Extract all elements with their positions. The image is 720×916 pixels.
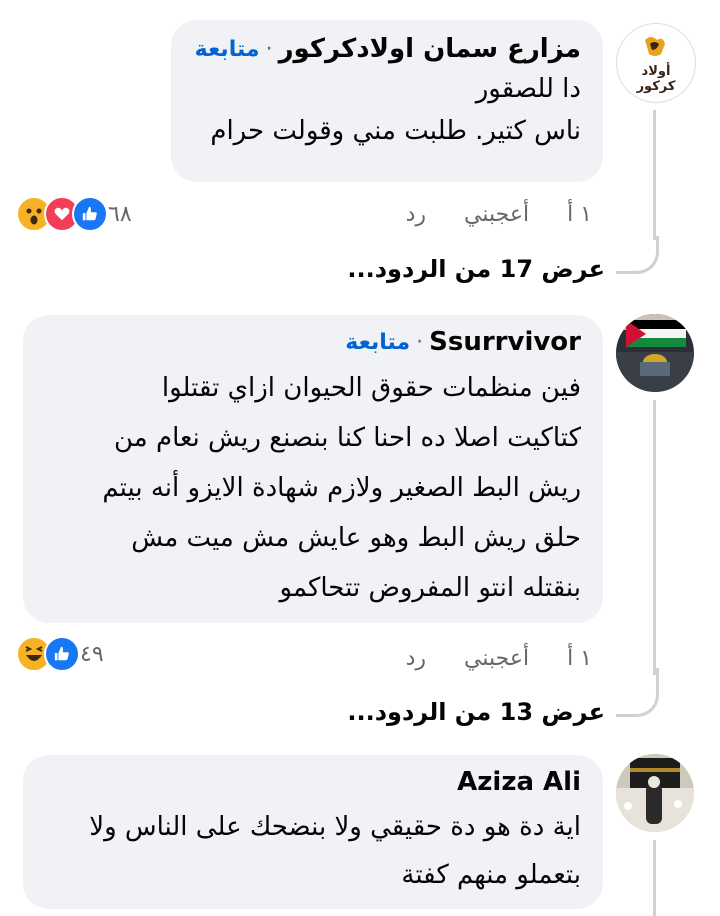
thread-line <box>653 110 656 240</box>
comment-2-bubble: Ssurrvivor · متابعة فين منظمات حقوق الحي… <box>23 315 603 623</box>
comment-author[interactable]: مزارع سمان اولادكركور <box>279 34 581 64</box>
comment-2-avatar[interactable] <box>616 314 694 392</box>
photo-avatar-icon <box>616 754 694 832</box>
follow-button[interactable]: متابعة <box>195 37 260 62</box>
thread-line <box>653 840 656 916</box>
like-button[interactable]: أعجبني <box>464 202 529 227</box>
like-icon <box>72 196 108 232</box>
separator-dot: · <box>416 329 424 355</box>
thread-connector <box>616 236 659 274</box>
comment-author[interactable]: Ssurrvivor <box>429 327 581 357</box>
comment-text: اية دة هو دة حقيقي ولا بنضحك على الناس و… <box>89 812 581 890</box>
comment-text: فين منظمات حقوق الحيوان ازاي تقتلوا كتاك… <box>102 373 581 603</box>
comment-text: دا للصقور ناس كتير. طلبت مني وقولت حرام <box>210 74 581 146</box>
comment-1-reactions[interactable]: ٦٨ <box>16 196 138 232</box>
view-replies-link[interactable]: عرض 13 من الردود... <box>347 698 605 726</box>
comment-time[interactable]: ١ أ <box>567 646 592 671</box>
reaction-count: ٦٨ <box>108 201 132 227</box>
comment-2-reactions[interactable]: ٤٩ <box>16 636 110 672</box>
comment-3-avatar[interactable] <box>616 754 694 832</box>
flag-avatar-icon <box>616 314 694 392</box>
reply-button[interactable]: رد <box>406 646 426 671</box>
comment-2-actions: ١ أ أعجبني رد <box>406 646 592 671</box>
like-button[interactable]: أعجبني <box>464 646 529 671</box>
reaction-count: ٤٩ <box>80 641 104 667</box>
separator-dot: · <box>265 36 273 62</box>
comment-3-bubble: Aziza Ali اية دة هو دة حقيقي ولا بنضحك ع… <box>23 755 603 909</box>
view-replies-link[interactable]: عرض 17 من الردود... <box>347 255 605 283</box>
thread-line <box>653 400 656 675</box>
comment-time[interactable]: ١ أ <box>567 202 592 227</box>
comment-1-bubble: مزارع سمان اولادكركور · متابعة دا للصقور… <box>171 20 603 182</box>
follow-button[interactable]: متابعة <box>345 330 410 355</box>
thread-connector <box>616 668 659 717</box>
comment-author[interactable]: Aziza Ali <box>457 767 581 797</box>
comment-1-avatar[interactable]: أولاد كركور <box>616 23 696 103</box>
reply-button[interactable]: رد <box>406 202 426 227</box>
avatar-logo-text: أولاد كركور <box>636 64 676 94</box>
comment-1-actions: ١ أ أعجبني رد <box>406 202 592 227</box>
like-icon <box>44 636 80 672</box>
